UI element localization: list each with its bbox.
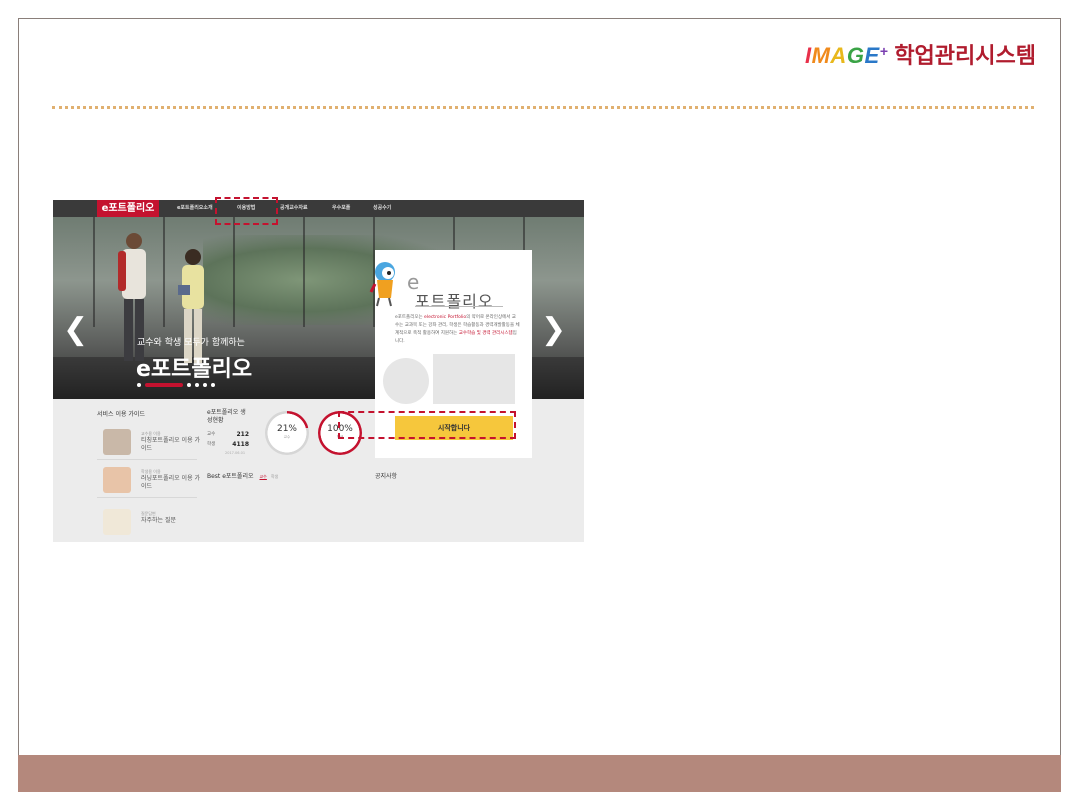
menu-success-stories[interactable]: 성공수기	[373, 200, 391, 217]
menu-intro[interactable]: e포트폴리오소개	[177, 200, 213, 217]
guide-section-title: 서비스 이용 가이드	[97, 411, 145, 418]
professor-avatar	[103, 429, 131, 455]
card-title: 포트폴리오	[415, 292, 494, 311]
carousel-dot[interactable]	[187, 383, 191, 387]
site-top-nav: e포트폴리오 e포트폴리오소개 이용방법 공개교수자료 우수포폴 성공수기	[53, 200, 584, 217]
carousel-dot[interactable]	[203, 383, 207, 387]
brand-latin: IMAGE+	[804, 43, 889, 68]
carousel-dot-active[interactable]	[145, 383, 183, 387]
stats-table: 교수 212 학생 4118 2017.06.01	[207, 431, 249, 455]
footer-band	[18, 755, 1061, 792]
carousel-dot[interactable]	[211, 383, 215, 387]
best-portfolio-header: Best e포트폴리오 교수 학생	[207, 473, 279, 480]
stats-title: e포트폴리오 생성현황	[207, 409, 246, 424]
best-tab-professor[interactable]: 교수	[260, 474, 267, 479]
menu-best-portfolio[interactable]: 우수포폴	[332, 200, 350, 217]
highlight-menu-outline	[215, 197, 278, 225]
menu-public-materials[interactable]: 공개교수자료	[280, 200, 308, 217]
guide-item-teaching[interactable]: 교수용 이용 티칭포트폴리오 이용 가이드	[97, 423, 200, 460]
faq-avatar	[103, 509, 131, 535]
student-avatar	[103, 467, 131, 493]
carousel-dot[interactable]	[195, 383, 199, 387]
professor-rate-ring: 21% 교수	[265, 411, 309, 455]
notice-title: 공지사항	[375, 473, 398, 480]
hero-title: e포트폴리오	[136, 357, 253, 382]
dotted-divider	[52, 106, 1034, 109]
guide-item-faq[interactable]: 질문답변 자주하는 질문	[97, 503, 197, 539]
carousel-prev-icon[interactable]: ❮	[63, 312, 88, 347]
best-tab-student[interactable]: 학생	[271, 474, 278, 479]
site-logo[interactable]: e포트폴리오	[97, 200, 159, 217]
guide-item-learning[interactable]: 학생용 이용 러닝포트폴리오 이용 가이드	[97, 461, 200, 498]
mascot-image	[369, 262, 395, 307]
brand-logo: IMAGE+ 학업관리시스템	[805, 38, 1036, 70]
student-male-image	[118, 233, 146, 361]
carousel-dot[interactable]	[137, 383, 141, 387]
website-screenshot: e포트폴리오 e포트폴리오소개 이용방법 공개교수자료 우수포폴 성공수기 ❮ …	[53, 200, 584, 542]
carousel-next-icon[interactable]: ❯	[541, 312, 566, 347]
stats-date: 2017.06.01	[225, 451, 246, 455]
highlight-start-outline	[338, 411, 516, 439]
carousel-indicators	[137, 383, 215, 387]
hero-subtitle: 교수와 학생 모두가 함께하는	[137, 338, 245, 348]
brand-korean: 학업관리시스템	[894, 44, 1036, 69]
card-description: e포트폴리오는 electronic Portfolio의 약어로 온라인상에서…	[395, 315, 520, 344]
